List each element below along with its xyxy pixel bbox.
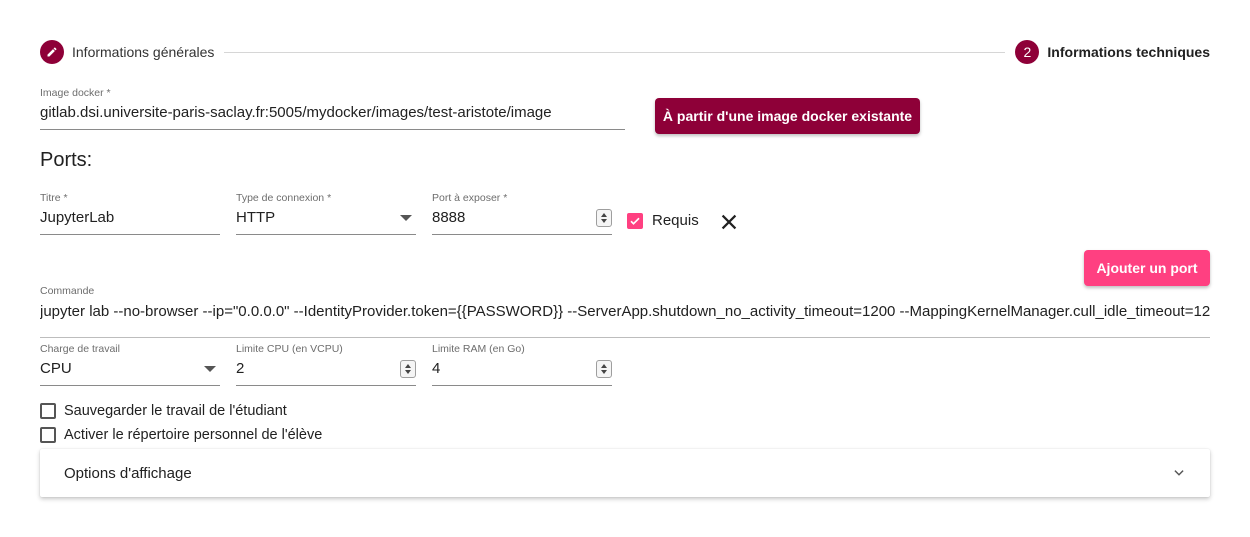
port-expose-field[interactable]: Port à exposer * 8888 — [432, 192, 612, 235]
step-number: 2 — [1015, 40, 1040, 64]
field-underline — [40, 385, 220, 386]
field-label: Image docker * — [40, 87, 111, 99]
field-underline — [40, 337, 1210, 338]
from-existing-image-button[interactable]: À partir d'une image docker existante — [655, 98, 920, 134]
image-docker-field[interactable]: Image docker * gitlab.dsi.universite-par… — [40, 87, 625, 130]
field-label: Limite RAM (en Go) — [432, 343, 525, 355]
field-label: Commande — [40, 285, 95, 297]
cpu-limit-field[interactable]: Limite CPU (en VCPU) 2 — [236, 343, 416, 386]
number-spinner-icon[interactable] — [596, 209, 612, 227]
checkbox-unchecked-icon[interactable] — [40, 403, 56, 419]
field-label: Charge de travail — [40, 343, 120, 355]
display-options-title: Options d'affichage — [64, 464, 192, 482]
field-underline — [40, 234, 220, 235]
field-underline — [432, 385, 612, 386]
stepper-divider — [224, 51, 1006, 53]
save-work-label: Sauvegarder le travail de l'étudiant — [64, 403, 287, 419]
display-options-panel[interactable]: Options d'affichage — [40, 449, 1210, 497]
chevron-down-icon[interactable] — [1172, 466, 1186, 480]
image-docker-input[interactable]: gitlab.dsi.universite-paris-saclay.fr:50… — [40, 103, 625, 123]
number-spinner-icon[interactable] — [596, 360, 612, 378]
step-informations-generales[interactable]: Informations générales — [40, 40, 214, 64]
field-underline — [236, 234, 416, 235]
step-label: Informations générales — [72, 44, 215, 60]
checkbox-unchecked-icon[interactable] — [40, 427, 56, 443]
workload-value: CPU — [40, 360, 72, 377]
cpu-limit-input[interactable]: 2 — [236, 359, 244, 379]
field-underline — [236, 385, 416, 386]
stepper: Informations générales 2 Informations te… — [40, 40, 1210, 64]
checkbox-checked-icon[interactable] — [627, 212, 643, 229]
command-field[interactable]: Commande jupyter lab --no-browser --ip="… — [40, 285, 1210, 338]
ram-limit-input[interactable]: 4 — [432, 359, 440, 379]
port-title-field[interactable]: Titre * JupyterLab — [40, 192, 220, 235]
requis-checkbox[interactable]: Requis — [627, 212, 699, 229]
connection-type-select[interactable]: Type de connexion * HTTP — [236, 192, 416, 235]
port-title-input[interactable]: JupyterLab — [40, 208, 220, 228]
field-label: Type de connexion * — [236, 192, 332, 204]
close-icon[interactable] — [718, 211, 740, 233]
field-label: Port à exposer * — [432, 192, 508, 204]
field-label: Titre * — [40, 192, 68, 204]
personal-dir-checkbox[interactable]: Activer le répertoire personnel de l'élè… — [40, 427, 322, 443]
command-input[interactable]: jupyter lab --no-browser --ip="0.0.0.0" … — [40, 302, 1210, 322]
number-spinner-icon[interactable] — [400, 360, 416, 378]
field-underline — [40, 129, 625, 130]
pencil-icon — [40, 40, 64, 64]
add-port-button[interactable]: Ajouter un port — [1084, 250, 1210, 286]
ports-title: Ports: — [40, 149, 93, 171]
workload-select[interactable]: Charge de travail CPU — [40, 343, 220, 386]
requis-label: Requis — [652, 212, 699, 229]
connection-type-value: HTTP — [236, 209, 276, 226]
field-underline — [432, 234, 612, 235]
save-work-checkbox[interactable]: Sauvegarder le travail de l'étudiant — [40, 403, 287, 419]
dropdown-arrow-icon[interactable] — [204, 366, 216, 372]
port-expose-input[interactable]: 8888 — [432, 208, 465, 228]
field-label: Limite CPU (en VCPU) — [236, 343, 343, 355]
step-label: Informations techniques — [1047, 44, 1210, 60]
ram-limit-field[interactable]: Limite RAM (en Go) 4 — [432, 343, 612, 386]
step-informations-techniques[interactable]: 2 Informations techniques — [1015, 40, 1210, 64]
dropdown-arrow-icon[interactable] — [400, 215, 412, 221]
personal-dir-label: Activer le répertoire personnel de l'élè… — [64, 427, 323, 443]
